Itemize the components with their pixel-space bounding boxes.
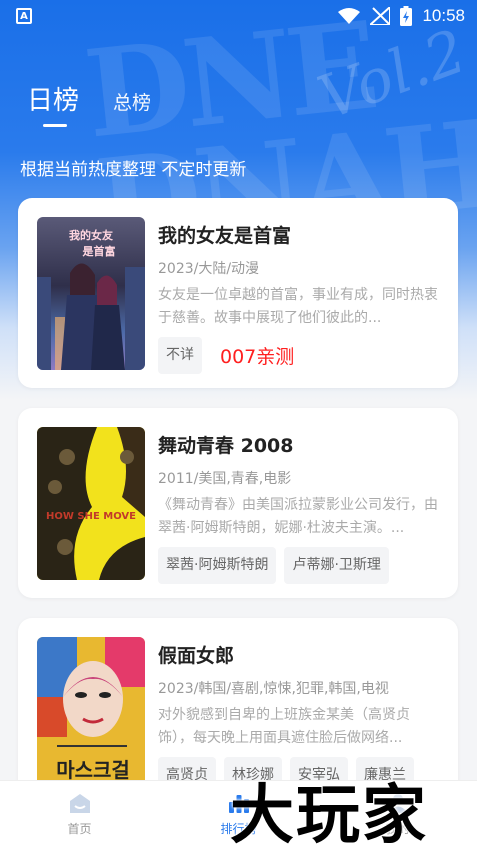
ranking-tabs: 日榜 总榜: [27, 80, 151, 127]
card-title: 舞动青春 2008: [158, 435, 294, 457]
signal-off-icon: [370, 7, 391, 25]
card-tags: 不详 007亲测: [158, 337, 294, 374]
tab-daily[interactable]: 日榜: [27, 80, 79, 127]
ranking-card[interactable]: 我的女友 是首富 我的女友是首富 2023/大陆/动漫 女友是一位卓越的首富，事…: [18, 198, 458, 388]
nav-label: 首页: [67, 822, 92, 836]
nav-home[interactable]: 首页: [0, 781, 159, 848]
poster-image: 마스크걸: [37, 637, 145, 790]
card-meta: 2011/美国,青春,电影: [158, 471, 292, 487]
home-icon: [69, 794, 90, 813]
card-title: 假面女郎: [158, 645, 235, 667]
card-tags: 翠茜·阿姆斯特朗 卢蒂娜·卫斯理: [158, 547, 389, 584]
cast-tag[interactable]: 不详: [158, 337, 202, 374]
app-notification-icon: A: [16, 8, 32, 24]
ranking-card[interactable]: HOW SHE MOVE 舞动青春 2008 2011/美国,青春,电影 《舞动…: [18, 408, 458, 598]
svg-text:我的女友: 我的女友: [69, 228, 113, 242]
battery-charging-icon: [400, 6, 413, 26]
card-description: 女友是一位卓越的首富，事业有成，同时热衷于慈善。故事中展现了他们彼此的...: [158, 287, 438, 326]
wifi-icon: [338, 8, 361, 24]
poster-title-text: HOW SHE MOVE: [46, 511, 136, 522]
card-description: 《舞动青春》由美国派拉蒙影业公司发行，由翠茜·阿姆斯特朗，妮娜·杜波夫主演。..…: [158, 497, 438, 536]
card-description: 对外貌感到自卑的上班族金某美（高贤贞饰），每天晚上用面具遮住脸后做网络...: [158, 707, 410, 746]
status-time: 10:58: [422, 6, 465, 25]
cast-tag[interactable]: 翠茜·阿姆斯特朗: [158, 547, 277, 584]
tested-label: 007亲测: [220, 346, 295, 368]
poster-image: 我的女友 是首富: [37, 217, 145, 370]
tab-overall[interactable]: 总榜: [113, 88, 151, 115]
card-meta: 2023/大陆/动漫: [158, 261, 260, 277]
poster-image: HOW SHE MOVE: [37, 427, 145, 580]
poster-title-text: 마스크걸: [56, 758, 130, 782]
svg-text:是首富: 是首富: [82, 244, 116, 258]
status-bar: A 10:58: [0, 0, 477, 32]
cast-tag[interactable]: 卢蒂娜·卫斯理: [284, 547, 389, 584]
watermark-text: 大玩家: [230, 779, 428, 848]
card-title: 我的女友是首富: [158, 225, 292, 247]
card-meta: 2023/韩国/喜剧,惊悚,犯罪,韩国,电视: [158, 681, 389, 697]
ranking-subtitle: 根据当前热度整理 不定时更新: [20, 160, 247, 180]
